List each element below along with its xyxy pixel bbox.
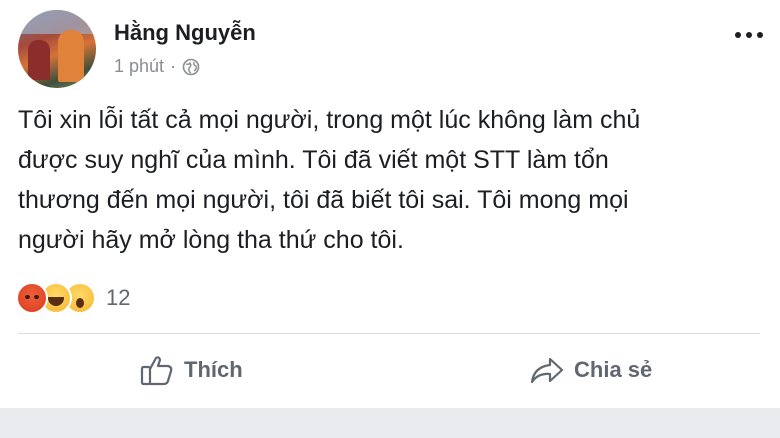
post-timestamp[interactable]: 1 phút [114,56,164,77]
more-options-icon[interactable] [735,28,769,42]
divider [18,333,760,334]
meta-separator: · [170,56,177,76]
thumbs-up-icon [140,354,174,386]
share-button[interactable]: Chia sẻ [530,352,652,388]
avatar[interactable] [18,10,96,88]
reactions-summary[interactable]: 12 [16,282,130,314]
facebook-post: Hằng Nguyễn 1 phút · Tôi xin lỗi tất cả … [0,0,780,438]
angry-reaction-icon [16,282,48,314]
avatar-sky [18,10,96,34]
more-dot [735,32,741,38]
globe-icon [182,58,200,76]
more-dot [757,32,763,38]
feed-separator [0,408,780,438]
post-meta: 1 phút · [114,56,200,77]
like-button[interactable]: Thích [140,352,243,388]
share-icon [530,355,564,385]
avatar-figure-left [28,40,50,80]
post-text: Tôi xin lỗi tất cả mọi người, trong một … [18,106,641,254]
author-name[interactable]: Hằng Nguyễn [114,20,256,46]
reaction-count[interactable]: 12 [106,285,130,311]
like-label: Thích [184,357,243,382]
share-label: Chia sẻ [574,357,653,382]
more-dot [746,32,752,38]
avatar-figure-right [58,30,84,82]
